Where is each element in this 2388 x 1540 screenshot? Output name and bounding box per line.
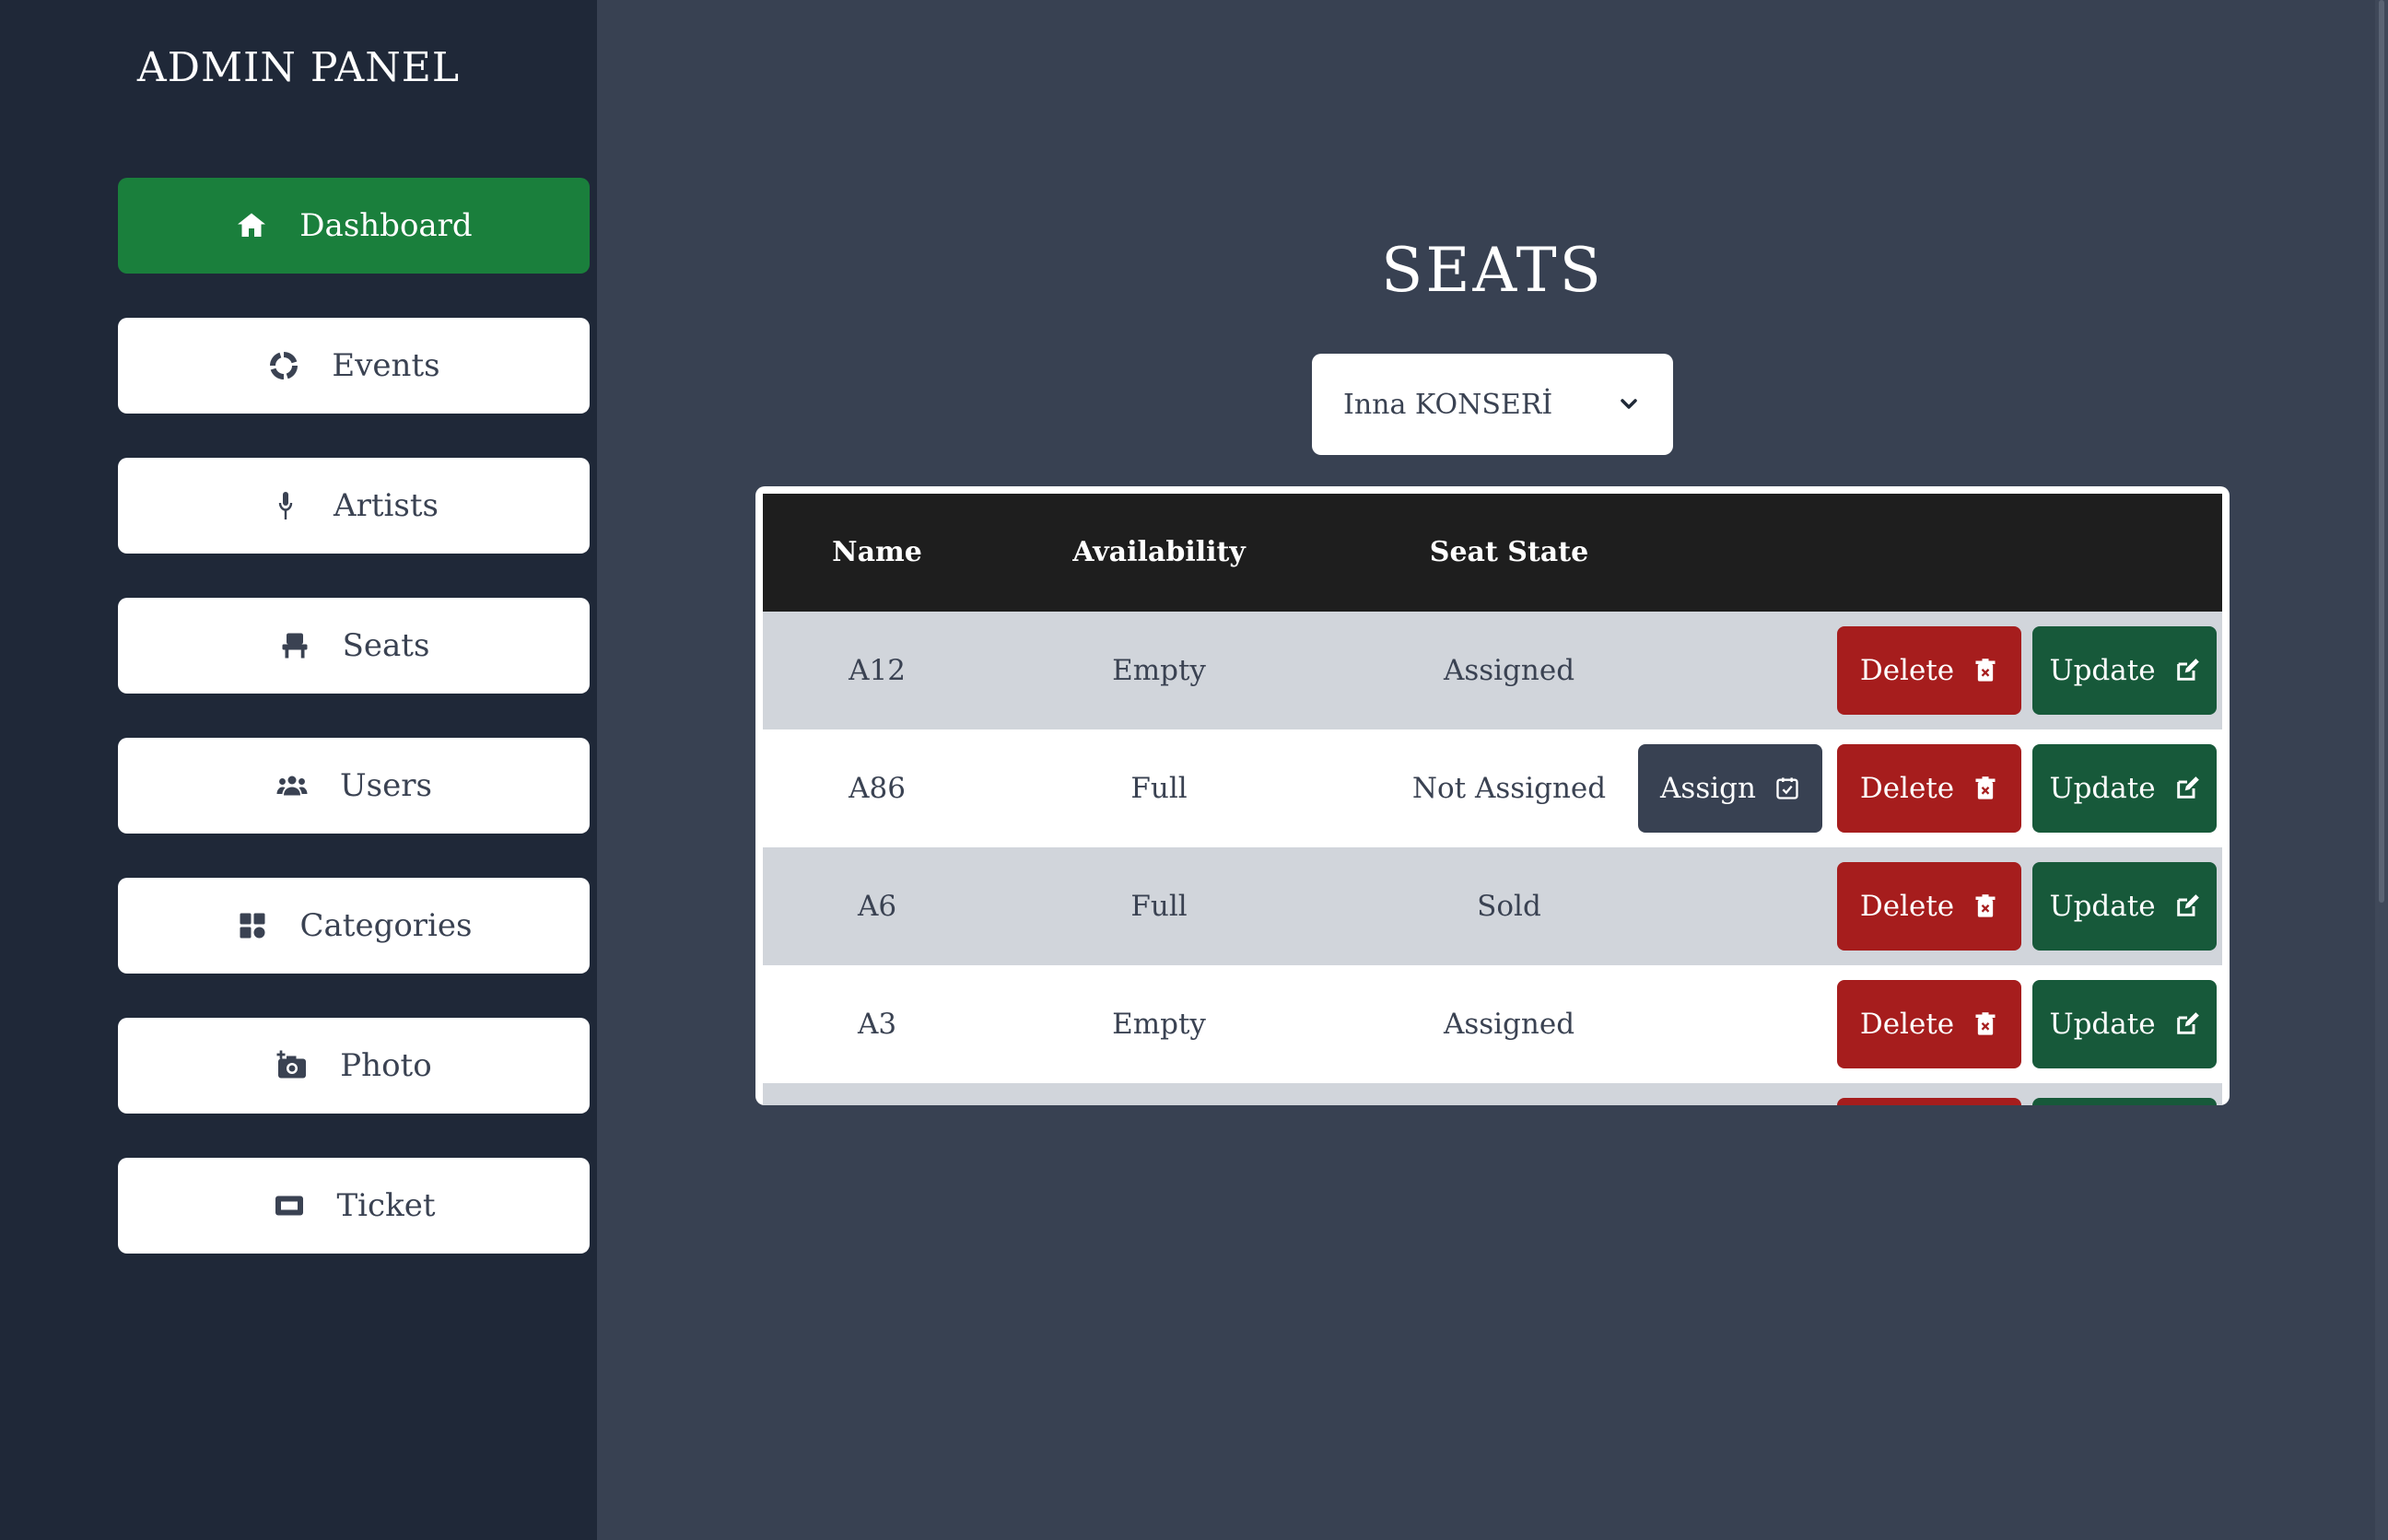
seat-state: Assigned <box>1443 654 1575 687</box>
table-header: Name Availability Seat State <box>763 494 2222 612</box>
page-title: SEATS <box>1381 235 1604 306</box>
delete-label: Delete <box>1859 772 1955 805</box>
seat-name: A12 <box>849 654 906 687</box>
sidebar-item-label: Events <box>332 347 440 384</box>
table-row: A6 Full Sold Delete Update <box>763 847 2222 965</box>
edit-icon <box>2176 659 2199 681</box>
update-button[interactable]: Update <box>2032 626 2217 715</box>
column-header-seat-state: Seat State <box>1429 536 1589 568</box>
column-header-availability: Availability <box>1072 536 1246 568</box>
seat-state: Not Assigned <box>1411 772 1607 805</box>
sidebar-item-label: Users <box>340 767 432 804</box>
seat-state: Assigned <box>1443 1008 1575 1041</box>
update-button[interactable]: Update <box>2032 744 2217 833</box>
grid-icon <box>240 913 264 939</box>
circle-notch-icon <box>270 352 298 379</box>
trash-icon <box>1975 894 1996 917</box>
update-label: Update <box>2049 890 2156 923</box>
sidebar-item-label: Categories <box>299 907 473 944</box>
update-button[interactable]: Update <box>2032 980 2217 1068</box>
sidebar-item-photo[interactable]: Photo <box>118 1018 590 1114</box>
seat-availability: Full <box>1130 890 1188 923</box>
seat-availability: Empty <box>1112 654 1206 687</box>
column-header-name: Name <box>832 536 922 568</box>
page-scroll-thumb[interactable] <box>2379 0 2384 903</box>
table-row: A86 Full Not Assigned Assign Delete Upda… <box>763 729 2222 847</box>
seat-name: A6 <box>857 890 897 923</box>
sidebar-item-categories[interactable]: Categories <box>118 878 590 974</box>
update-button[interactable]: Update <box>2032 862 2217 951</box>
sidebar-item-label: Ticket <box>336 1187 436 1224</box>
edit-icon <box>2176 1012 2199 1034</box>
update-button[interactable] <box>2032 1098 2217 1105</box>
calendar-check-icon <box>1776 777 1798 799</box>
delete-label: Delete <box>1859 1008 1955 1041</box>
table-row: A3 Empty Assigned Delete Update <box>763 965 2222 1083</box>
update-label: Update <box>2049 654 2156 687</box>
seat-name: A3 <box>857 1008 897 1041</box>
delete-button[interactable]: Delete <box>1837 980 2021 1068</box>
home-icon <box>238 213 266 237</box>
sidebar-item-dashboard[interactable]: Dashboard <box>118 178 590 274</box>
seat-availability: Full <box>1130 772 1188 805</box>
ticket-icon <box>275 1196 303 1216</box>
sidebar-item-label: Photo <box>340 1047 432 1084</box>
sidebar-item-label: Artists <box>334 487 439 524</box>
edit-icon <box>2176 776 2199 799</box>
table-row <box>763 1083 2222 1105</box>
seat-name: A86 <box>849 772 906 805</box>
sidebar-item-users[interactable]: Users <box>118 738 590 834</box>
sidebar: ADMIN PANEL Dashboard Events Artists Sea… <box>0 0 597 1540</box>
update-label: Update <box>2049 1008 2156 1041</box>
delete-button[interactable]: Delete <box>1837 744 2021 833</box>
delete-label: Delete <box>1859 890 1955 923</box>
delete-button[interactable]: Delete <box>1837 862 2021 951</box>
trash-icon <box>1975 659 1996 682</box>
trash-icon <box>1975 776 1996 799</box>
camera-plus-icon <box>276 1050 307 1079</box>
sidebar-item-events[interactable]: Events <box>118 318 590 414</box>
edit-icon <box>2176 894 2199 916</box>
sidebar-item-label: Seats <box>342 627 430 664</box>
seat-state: Sold <box>1477 890 1541 923</box>
assign-label: Assign <box>1660 772 1756 805</box>
seats-table: Name Availability Seat State A12 Empty A… <box>755 486 2230 1105</box>
users-icon <box>276 776 308 796</box>
delete-button[interactable] <box>1837 1098 2021 1105</box>
chevron-down-icon <box>1621 399 1637 409</box>
sidebar-title: ADMIN PANEL <box>136 44 461 91</box>
sidebar-item-label: Dashboard <box>299 207 473 244</box>
delete-label: Delete <box>1859 654 1955 687</box>
seat-availability: Empty <box>1112 1008 1206 1041</box>
chair-icon <box>282 633 308 659</box>
table-row: A12 Empty Assigned Delete Update <box>763 612 2222 729</box>
assign-button[interactable]: Assign <box>1638 744 1822 833</box>
update-label: Update <box>2049 772 2156 805</box>
trash-icon <box>1975 1012 1996 1035</box>
sidebar-item-seats[interactable]: Seats <box>118 598 590 694</box>
microphone-icon <box>278 492 293 519</box>
sidebar-item-ticket[interactable]: Ticket <box>118 1158 590 1254</box>
event-select-value: Inna KONSERİ <box>1343 388 1553 421</box>
sidebar-item-artists[interactable]: Artists <box>118 458 590 554</box>
delete-button[interactable]: Delete <box>1837 626 2021 715</box>
event-select[interactable]: Inna KONSERİ <box>1312 354 1673 455</box>
